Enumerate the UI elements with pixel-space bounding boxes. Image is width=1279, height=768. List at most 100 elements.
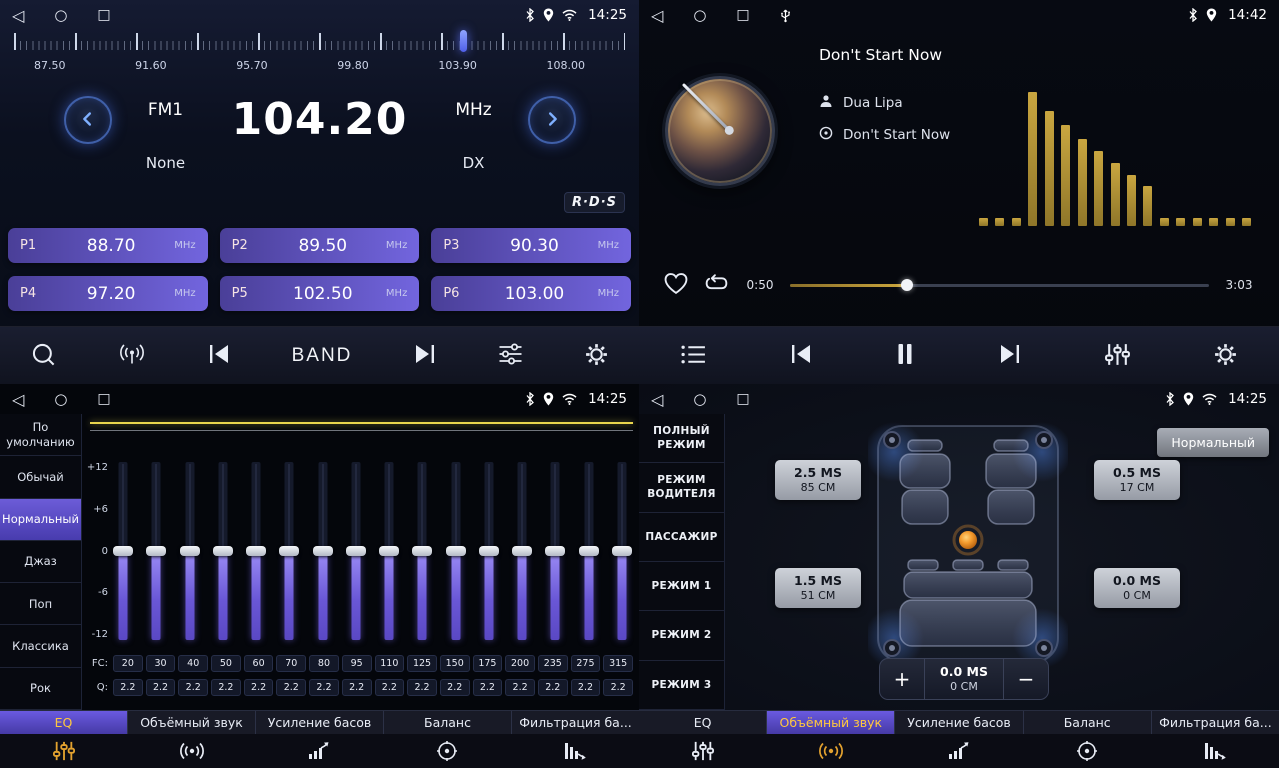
tab-bass-boost[interactable]: Усиление басов bbox=[895, 711, 1023, 734]
progress-thumb[interactable] bbox=[901, 279, 913, 291]
eq-band-slider[interactable] bbox=[611, 462, 633, 640]
preset-button-p6[interactable]: P6 103.00 MHz bbox=[431, 276, 631, 311]
eq-preset-normal[interactable]: Нормальный bbox=[0, 499, 81, 541]
eq-band-slider[interactable] bbox=[378, 462, 400, 640]
eq-slider-handle[interactable] bbox=[545, 546, 565, 556]
eq-preset-pop[interactable]: Поп bbox=[0, 583, 81, 625]
preset-button-p3[interactable]: P3 90.30 MHz bbox=[431, 228, 631, 263]
eq-band-slider[interactable] bbox=[345, 462, 367, 640]
back-button[interactable]: ◁ bbox=[12, 390, 24, 409]
eq-preset-default[interactable]: По умолчанию bbox=[0, 414, 81, 456]
tab-bass-boost[interactable]: Усиление басов bbox=[256, 711, 384, 734]
tab-balance[interactable]: Баланс bbox=[384, 711, 512, 734]
balance-tab-icon[interactable] bbox=[1023, 734, 1151, 768]
tune-down-button[interactable] bbox=[64, 96, 112, 144]
eq-band-slider[interactable] bbox=[112, 462, 134, 640]
mode-3[interactable]: РЕЖИМ 3 bbox=[639, 661, 724, 710]
mode-driver[interactable]: РЕЖИМ ВОДИТЕЛЯ bbox=[639, 463, 724, 512]
eq-preset-classic[interactable]: Классика bbox=[0, 625, 81, 667]
favorite-button[interactable] bbox=[663, 272, 689, 298]
tab-surround-sound[interactable]: Объёмный звук bbox=[128, 711, 256, 734]
decrease-delay-button[interactable]: − bbox=[1004, 659, 1048, 699]
eq-slider-handle[interactable] bbox=[446, 546, 466, 556]
settings-button[interactable] bbox=[584, 342, 609, 370]
eq-band-slider[interactable] bbox=[312, 462, 334, 640]
home-button[interactable]: ○ bbox=[693, 6, 706, 24]
eq-band-slider[interactable] bbox=[445, 462, 467, 640]
eq-band-slider[interactable] bbox=[578, 462, 600, 640]
settings-button[interactable] bbox=[1213, 342, 1238, 370]
balance-tab-icon[interactable] bbox=[383, 734, 511, 768]
eq-band-slider[interactable] bbox=[245, 462, 267, 640]
preset-button-p5[interactable]: P5 102.50 MHz bbox=[220, 276, 420, 311]
eq-slider-handle[interactable] bbox=[113, 546, 133, 556]
eq-band-slider[interactable] bbox=[511, 462, 533, 640]
back-button[interactable]: ◁ bbox=[651, 390, 663, 409]
eq-slider-handle[interactable] bbox=[279, 546, 299, 556]
tuning-indicator[interactable] bbox=[460, 30, 467, 52]
recents-button[interactable]: □ bbox=[736, 391, 749, 407]
eq-tab-icon[interactable] bbox=[0, 734, 128, 768]
tab-eq[interactable]: EQ bbox=[0, 711, 128, 734]
eq-band-slider[interactable] bbox=[212, 462, 234, 640]
eq-slider-handle[interactable] bbox=[512, 546, 532, 556]
eq-band-slider[interactable] bbox=[478, 462, 500, 640]
eq-slider-handle[interactable] bbox=[146, 546, 166, 556]
eq-preset-jazz[interactable]: Джаз bbox=[0, 541, 81, 583]
eq-preset-rock[interactable]: Рок bbox=[0, 668, 81, 710]
scan-button[interactable] bbox=[30, 341, 57, 371]
audio-settings-button[interactable] bbox=[497, 342, 524, 369]
back-button[interactable]: ◁ bbox=[651, 6, 663, 25]
eq-preset-custom[interactable]: Обычай bbox=[0, 456, 81, 498]
preset-button-p4[interactable]: P4 97.20 MHz bbox=[8, 276, 208, 311]
eq-slider-handle[interactable] bbox=[346, 546, 366, 556]
filter-tab-icon[interactable] bbox=[1151, 734, 1279, 768]
pause-button[interactable] bbox=[895, 342, 915, 369]
bass-boost-tab-icon[interactable] bbox=[256, 734, 384, 768]
eq-slider-handle[interactable] bbox=[246, 546, 266, 556]
surround-tab-icon[interactable] bbox=[767, 734, 895, 768]
eq-slider-handle[interactable] bbox=[479, 546, 499, 556]
progress-slider[interactable] bbox=[790, 278, 1209, 292]
mode-2[interactable]: РЕЖИМ 2 bbox=[639, 611, 724, 660]
recents-button[interactable]: □ bbox=[97, 391, 110, 407]
mode-full[interactable]: ПОЛНЫЙ РЕЖИМ bbox=[639, 414, 724, 463]
profile-button[interactable]: Нормальный bbox=[1157, 428, 1269, 457]
eq-tab-icon[interactable] bbox=[639, 734, 767, 768]
eq-slider-handle[interactable] bbox=[612, 546, 632, 556]
eq-slider-handle[interactable] bbox=[180, 546, 200, 556]
bass-boost-tab-icon[interactable] bbox=[895, 734, 1023, 768]
next-station-button[interactable] bbox=[413, 343, 437, 368]
eq-band-slider[interactable] bbox=[278, 462, 300, 640]
tab-surround-sound[interactable]: Объёмный звук bbox=[767, 711, 895, 734]
recents-button[interactable]: □ bbox=[736, 7, 749, 23]
eq-band-slider[interactable] bbox=[145, 462, 167, 640]
eq-slider-handle[interactable] bbox=[579, 546, 599, 556]
eq-slider-handle[interactable] bbox=[313, 546, 333, 556]
back-button[interactable]: ◁ bbox=[12, 6, 24, 25]
tab-eq[interactable]: EQ bbox=[639, 711, 767, 734]
playlist-button[interactable] bbox=[680, 343, 707, 369]
next-track-button[interactable] bbox=[998, 343, 1022, 368]
tune-up-button[interactable] bbox=[528, 96, 576, 144]
equalizer-button[interactable] bbox=[1104, 342, 1131, 370]
recents-button[interactable]: □ bbox=[97, 7, 110, 23]
surround-tab-icon[interactable] bbox=[128, 734, 256, 768]
band-button[interactable]: BAND bbox=[292, 345, 353, 367]
eq-band-slider[interactable] bbox=[411, 462, 433, 640]
previous-station-button[interactable] bbox=[207, 343, 231, 368]
home-button[interactable]: ○ bbox=[693, 390, 706, 408]
mode-passenger[interactable]: ПАССАЖИР bbox=[639, 513, 724, 562]
eq-band-slider[interactable] bbox=[544, 462, 566, 640]
eq-slider-handle[interactable] bbox=[379, 546, 399, 556]
mode-1[interactable]: РЕЖИМ 1 bbox=[639, 562, 724, 611]
stations-button[interactable] bbox=[117, 342, 147, 370]
repeat-button[interactable] bbox=[703, 273, 730, 297]
tab-filter[interactable]: Фильтрация ба... bbox=[512, 711, 639, 734]
preset-button-p2[interactable]: P2 89.50 MHz bbox=[220, 228, 420, 263]
tab-filter[interactable]: Фильтрация ба... bbox=[1152, 711, 1279, 734]
increase-delay-button[interactable]: + bbox=[880, 659, 924, 699]
home-button[interactable]: ○ bbox=[54, 390, 67, 408]
previous-track-button[interactable] bbox=[789, 343, 813, 368]
preset-button-p1[interactable]: P1 88.70 MHz bbox=[8, 228, 208, 263]
